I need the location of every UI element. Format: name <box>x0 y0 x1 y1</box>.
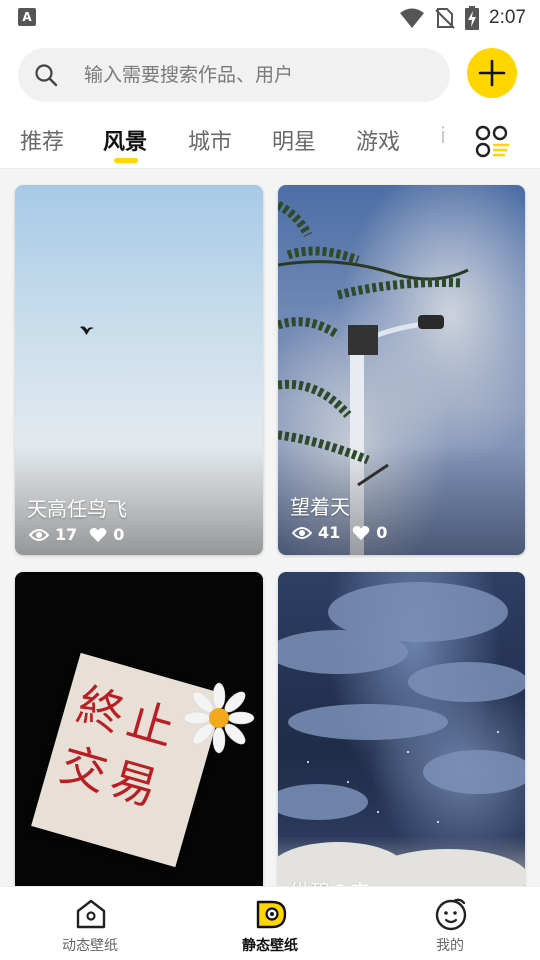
bird-image <box>80 326 94 335</box>
card-title: 天高任鸟飞 <box>27 497 127 521</box>
night-clouds-image <box>278 582 525 886</box>
nav-label: 我的 <box>436 938 464 954</box>
wallpaper-card[interactable]: 望着天 41 0 <box>278 185 525 555</box>
tab-city[interactable]: 城市 <box>188 124 232 156</box>
status-bar: A 2:07 <box>0 0 540 36</box>
wallpaper-icon <box>256 900 287 929</box>
face-icon <box>435 898 467 931</box>
nav-mine[interactable]: 我的 <box>360 887 540 960</box>
tab-scenery[interactable]: 风景 <box>103 124 147 156</box>
home-icon <box>76 899 106 929</box>
wallpaper-feed[interactable]: 天高任鸟飞 17 0 望着天 41 0 終止交易 <box>0 169 540 886</box>
views-count: 41 <box>318 523 341 542</box>
status-time: 2:07 <box>489 7 526 28</box>
likes-stat: 0 <box>89 525 124 544</box>
wallpaper-card[interactable]: 終止交易 <box>15 572 263 886</box>
battery-charging-icon <box>465 6 480 30</box>
search-placeholder: 输入需要搜索作品、用户 <box>84 64 294 86</box>
no-sim-icon <box>435 8 455 29</box>
plus-icon <box>478 59 506 87</box>
eye-icon <box>29 528 49 541</box>
card-stats: 41 0 <box>292 523 399 542</box>
search-icon <box>35 64 58 87</box>
app-notification-icon: A <box>18 8 36 26</box>
wallpaper-card[interactable]: 纵碧の空 <box>278 572 525 886</box>
views-count: 17 <box>55 525 78 544</box>
eye-icon <box>292 526 312 539</box>
nav-static-wallpaper[interactable]: 静态壁纸 <box>180 887 360 960</box>
tabs-fade <box>420 120 470 166</box>
nav-label: 静态壁纸 <box>242 938 298 954</box>
card-title: 望着天 <box>290 495 350 519</box>
nav-dynamic-wallpaper[interactable]: 动态壁纸 <box>0 887 180 960</box>
tab-active-indicator <box>114 158 138 163</box>
wallpaper-card[interactable]: 天高任鸟飞 17 0 <box>15 185 263 555</box>
likes-count: 0 <box>113 525 125 544</box>
views-stat: 41 <box>292 523 340 542</box>
category-grid-icon[interactable] <box>474 124 510 158</box>
tab-games[interactable]: 游戏 <box>356 124 400 156</box>
wifi-icon <box>400 8 425 28</box>
heart-icon <box>352 525 370 540</box>
likes-stat: 0 <box>352 523 387 542</box>
heart-icon <box>89 527 107 542</box>
likes-count: 0 <box>376 523 388 542</box>
add-button[interactable] <box>467 48 517 98</box>
tab-recommend[interactable]: 推荐 <box>20 124 64 156</box>
card-title: 纵碧の空 <box>290 876 370 886</box>
status-icons: 2:07 <box>399 5 526 31</box>
card-stats: 17 0 <box>29 525 136 544</box>
tab-stars[interactable]: 明星 <box>272 124 316 156</box>
daisy-flower-image <box>183 682 255 754</box>
bottom-nav: 动态壁纸 静态壁纸 我的 <box>0 886 540 960</box>
nav-label: 动态壁纸 <box>62 938 118 954</box>
search-input[interactable]: 输入需要搜索作品、用户 <box>18 48 450 102</box>
views-stat: 17 <box>29 525 77 544</box>
